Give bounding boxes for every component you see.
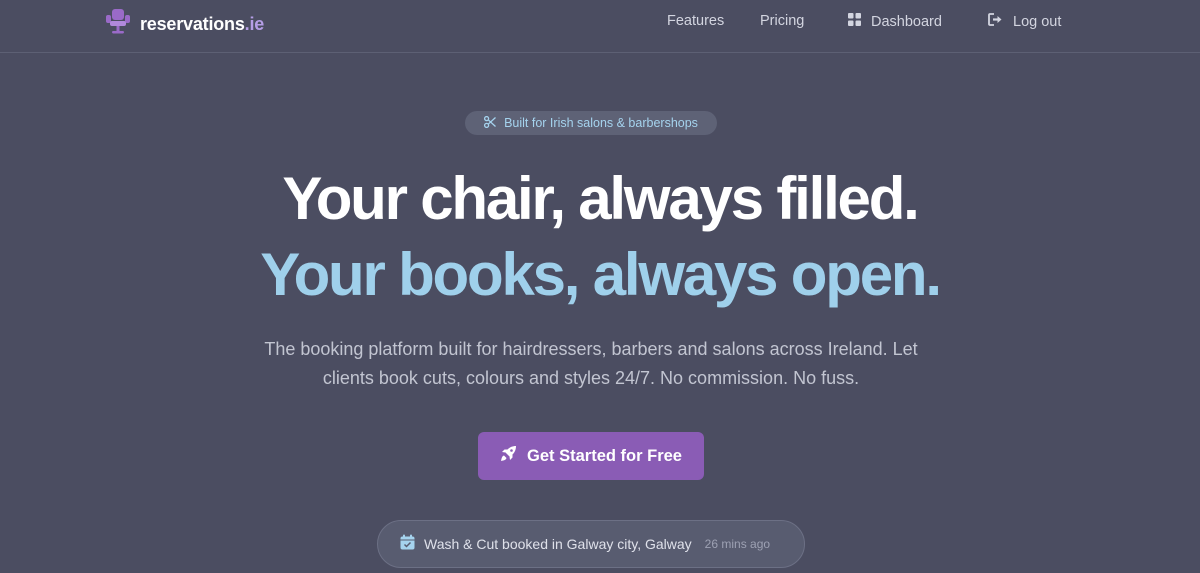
- logout-icon: [988, 13, 1003, 30]
- brand-logo-link[interactable]: reservations.ie: [106, 9, 264, 39]
- notification-time: 26 mins ago: [704, 537, 771, 551]
- brand-tld: .ie: [244, 13, 265, 34]
- top-navbar: reservations.ie Features Pricing Dashboa…: [0, 0, 1200, 53]
- hero-subtitle: The booking platform built for hairdress…: [264, 339, 918, 388]
- barber-chair-icon: [106, 9, 130, 39]
- hero-badge: Built for Irish salons & barbershops: [465, 111, 717, 135]
- nav-logout-link[interactable]: Log out: [988, 13, 1061, 30]
- calendar-check-icon: [400, 534, 415, 555]
- nav-features-label: Features: [667, 13, 725, 29]
- scissors-icon: [484, 115, 497, 131]
- rocket-icon: [500, 445, 517, 467]
- get-started-button[interactable]: Get Started for Free: [478, 432, 704, 480]
- hero-headline-primary: Your chair, always filled.: [282, 165, 919, 232]
- nav-pricing-link[interactable]: Pricing: [760, 13, 804, 29]
- nav-logout-label: Log out: [1013, 13, 1062, 30]
- get-started-label: Get Started for Free: [527, 446, 682, 465]
- booking-notification: Wash & Cut booked in Galway city, Galway…: [377, 520, 805, 568]
- nav-pricing-label: Pricing: [760, 13, 805, 29]
- nav-features-link[interactable]: Features: [667, 13, 724, 29]
- dashboard-grid-icon: [848, 13, 861, 30]
- nav-dashboard-label: Dashboard: [871, 13, 942, 30]
- notification-text: Wash & Cut booked in Galway city, Galway: [424, 536, 692, 552]
- hero-badge-text: Built for Irish salons & barbershops: [504, 116, 698, 130]
- brand-name: reservations.ie: [140, 13, 265, 34]
- nav-dashboard-link[interactable]: Dashboard: [848, 13, 942, 30]
- hero-headline-secondary: Your books, always open.: [260, 241, 942, 308]
